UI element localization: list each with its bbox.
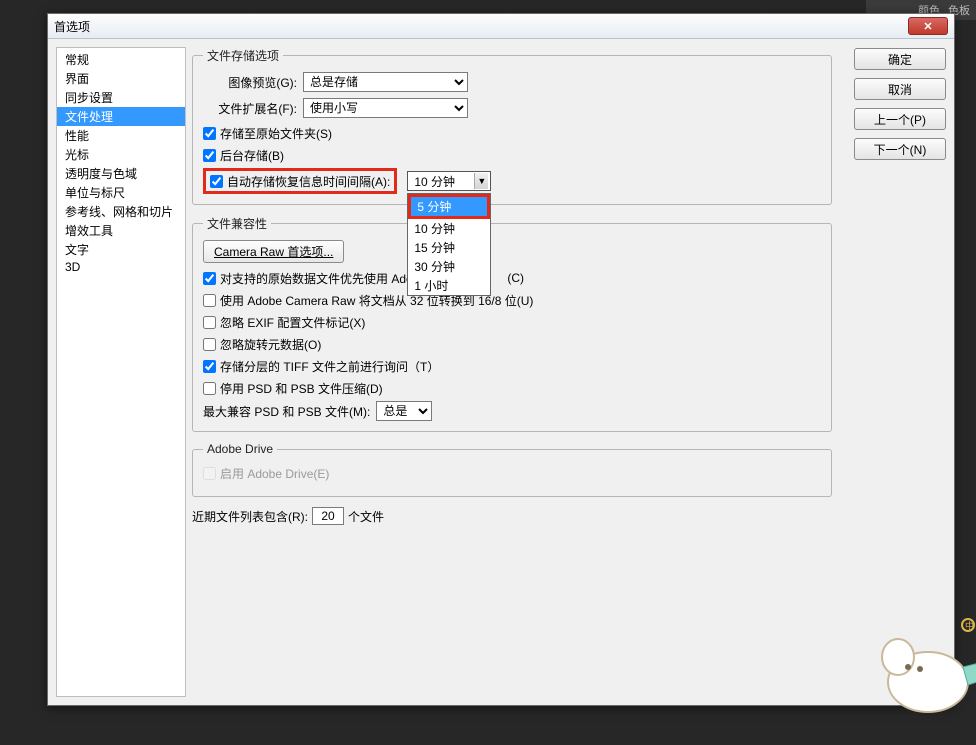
sidebar-item-general[interactable]: 常规	[57, 50, 185, 69]
file-storage-group: 文件存储选项 图像预览(G): 总是存储 文件扩展名(F): 使用小写	[192, 47, 832, 205]
background-save-checkbox[interactable]	[203, 149, 216, 162]
autosave-option-30min[interactable]: 30 分钟	[408, 257, 490, 276]
file-ext-label: 文件扩展名(F):	[203, 100, 303, 117]
autosave-option-15min[interactable]: 15 分钟	[408, 238, 490, 257]
autosave-option-1hr[interactable]: 1 小时	[408, 276, 490, 295]
sidebar-item-units[interactable]: 单位与标尺	[57, 183, 185, 202]
dialog-buttons: 确定 取消 上一个(P) 下一个(N)	[854, 48, 946, 160]
prev-button[interactable]: 上一个(P)	[854, 108, 946, 130]
cancel-button[interactable]: 取消	[854, 78, 946, 100]
adobe-drive-group: Adobe Drive 启用 Adobe Drive(E)	[192, 442, 832, 497]
autosave-option-10min[interactable]: 10 分钟	[408, 219, 490, 238]
disable-psb-checkbox[interactable]	[203, 382, 216, 395]
recent-files-label-pre: 近期文件列表包含(R):	[192, 508, 308, 525]
tiff-ask-label: 存储分层的 TIFF 文件之前进行询问（T）	[220, 358, 439, 375]
sidebar-item-filehandling[interactable]: 文件处理	[57, 107, 185, 126]
autosave-row: 自动存储恢复信息时间间隔(A): 10 分钟 ▼ 5 分钟	[203, 168, 821, 194]
enable-drive-checkbox	[203, 467, 216, 480]
prefer-raw-checkbox[interactable]	[203, 272, 216, 285]
dropdown-arrow-icon: ▼	[474, 173, 488, 189]
preferences-dialog: 首选项 ✕ 常规 界面 同步设置 文件处理 性能 光标 透明度与色域 单位与标尺…	[47, 13, 955, 706]
sidebar-item-cursors[interactable]: 光标	[57, 145, 185, 164]
adobe-drive-legend: Adobe Drive	[203, 442, 277, 456]
sidebar-item-type[interactable]: 文字	[57, 240, 185, 259]
recent-files-row: 近期文件列表包含(R): 个文件	[192, 507, 832, 525]
prefer-raw-suffix: (C)	[507, 271, 524, 285]
sidebar-item-guides[interactable]: 参考线、网格和切片	[57, 202, 185, 221]
sidebar-item-sync[interactable]: 同步设置	[57, 88, 185, 107]
dialog-body: 常规 界面 同步设置 文件处理 性能 光标 透明度与色域 单位与标尺 参考线、网…	[48, 39, 954, 705]
file-compat-group: 文件兼容性 Camera Raw 首选项... 对支持的原始数据文件优先使用 A…	[192, 215, 832, 432]
ignore-rotate-checkbox[interactable]	[203, 338, 216, 351]
autosave-option-highlight: 5 分钟	[408, 194, 490, 219]
recent-files-label-post: 个文件	[348, 508, 384, 525]
content-area: 文件存储选项 图像预览(G): 总是存储 文件扩展名(F): 使用小写	[192, 47, 832, 525]
max-compat-select[interactable]: 总是	[376, 401, 432, 421]
close-icon: ✕	[923, 20, 932, 33]
ignore-exif-checkbox[interactable]	[203, 316, 216, 329]
dialog-title: 首选项	[54, 18, 908, 35]
ok-button[interactable]: 确定	[854, 48, 946, 70]
file-ext-select[interactable]: 使用小写	[303, 98, 468, 118]
acr-32to16-checkbox[interactable]	[203, 294, 216, 307]
svg-text:中: 中	[965, 620, 974, 631]
autosave-highlight: 自动存储恢复信息时间间隔(A):	[203, 168, 397, 194]
file-compat-legend: 文件兼容性	[203, 215, 271, 232]
image-preview-select[interactable]: 总是存储	[303, 72, 468, 92]
camera-raw-prefs-button[interactable]: Camera Raw 首选项...	[203, 240, 344, 263]
max-compat-label: 最大兼容 PSD 和 PSB 文件(M):	[203, 403, 370, 420]
autosave-interval-dropdown: 5 分钟 10 分钟 15 分钟 30 分钟 1 小时	[407, 193, 491, 296]
ignore-exif-label: 忽略 EXIF 配置文件标记(X)	[220, 314, 365, 331]
autosave-label: 自动存储恢复信息时间间隔(A):	[227, 173, 390, 190]
autosave-interval-select[interactable]: 10 分钟 ▼	[407, 171, 491, 191]
close-button[interactable]: ✕	[908, 17, 948, 35]
save-original-folder-label: 存储至原始文件夹(S)	[220, 125, 332, 142]
autosave-checkbox[interactable]	[210, 175, 223, 188]
enable-drive-label: 启用 Adobe Drive(E)	[220, 465, 329, 482]
autosave-interval-wrap: 10 分钟 ▼ 5 分钟 10 分钟 15 分钟 30 分钟 1 小时	[407, 171, 491, 191]
titlebar: 首选项 ✕	[48, 14, 954, 39]
file-storage-legend: 文件存储选项	[203, 47, 283, 64]
tiff-ask-checkbox[interactable]	[203, 360, 216, 373]
autosave-interval-value: 10 分钟	[414, 173, 455, 190]
main-panel: 确定 取消 上一个(P) 下一个(N) 文件存储选项 图像预览(G): 总是存储…	[192, 47, 946, 697]
disable-psb-label: 停用 PSD 和 PSB 文件压缩(D)	[220, 380, 383, 397]
prefer-raw-label: 对支持的原始数据文件优先使用 Adob	[220, 270, 419, 287]
image-preview-label: 图像预览(G):	[203, 74, 303, 91]
sidebar-item-plugins[interactable]: 增效工具	[57, 221, 185, 240]
sidebar-item-interface[interactable]: 界面	[57, 69, 185, 88]
ignore-rotate-label: 忽略旋转元数据(O)	[220, 336, 321, 353]
recent-files-input[interactable]	[312, 507, 344, 525]
sidebar-item-performance[interactable]: 性能	[57, 126, 185, 145]
save-original-folder-checkbox[interactable]	[203, 127, 216, 140]
next-button[interactable]: 下一个(N)	[854, 138, 946, 160]
background-save-label: 后台存储(B)	[220, 147, 284, 164]
autosave-option-5min[interactable]: 5 分钟	[411, 197, 487, 216]
category-sidebar: 常规 界面 同步设置 文件处理 性能 光标 透明度与色域 单位与标尺 参考线、网…	[56, 47, 186, 697]
sidebar-item-3d[interactable]: 3D	[57, 259, 185, 275]
sidebar-item-transparency[interactable]: 透明度与色域	[57, 164, 185, 183]
